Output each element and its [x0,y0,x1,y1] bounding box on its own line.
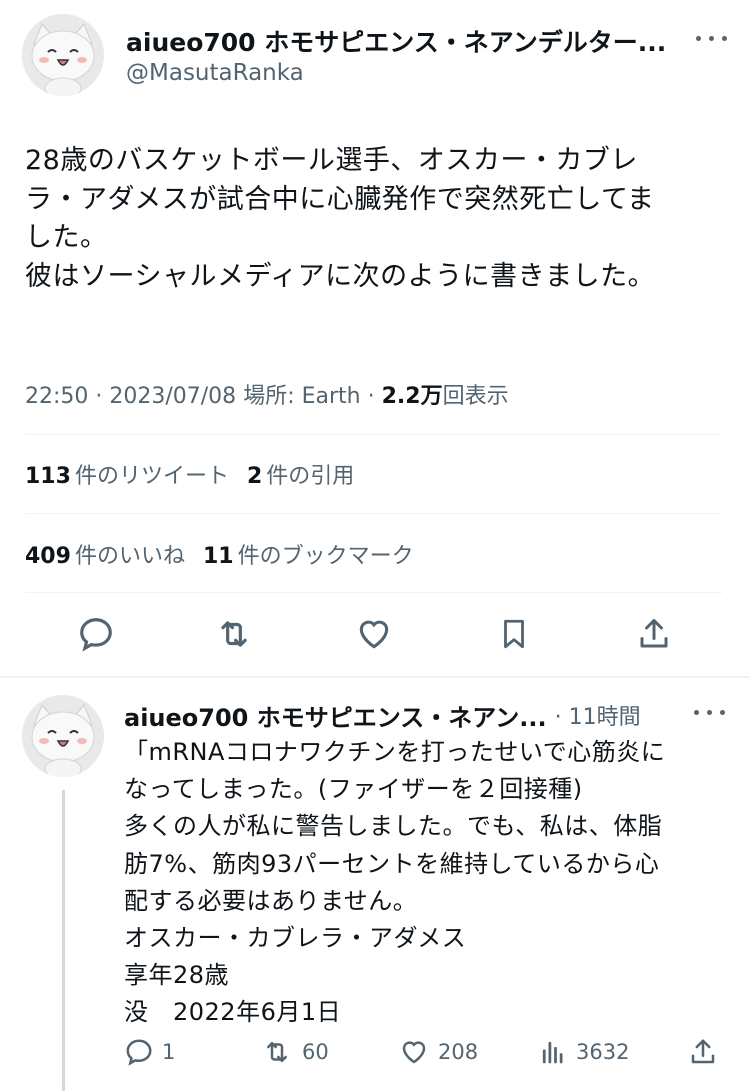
tweet-text-line: 28歳のバスケットボール選手、オスカー・カブレ [25,145,638,176]
like-icon[interactable] [350,612,398,656]
divider [25,434,722,435]
name-row: aiueo700 ホモサピエンス・ネアンデルター... [126,24,726,58]
more-options-icon[interactable] [692,28,732,48]
likes-count: 409 [25,544,71,569]
reply-text-line: なってしまった。(ファイザーを２回接種) [124,775,583,804]
views-label: 回表示 [442,384,509,409]
share-icon[interactable] [630,612,678,656]
likes-stat[interactable]: 409 件のいいね [25,538,185,570]
meta-separator: · [367,384,375,409]
user-handle[interactable]: @MasutaRanka [126,60,304,86]
stats-row-likes: 409 件のいいね 11 件のブックマーク [25,538,414,570]
likes-label: 件のいいね [74,544,185,569]
like-icon [402,1041,426,1064]
retweets-stat[interactable]: 113 件のリツイート [25,458,229,490]
tweet-text: 28歳のバスケットボール選手、オスカー・カブレ ラ・アダメスが試合中に心臓発作で… [25,142,725,297]
quotes-count: 2 [246,464,263,489]
reply-display-name[interactable]: aiueo700 ホモサピエンス・ネアン... [124,698,547,733]
views-count: 3632 [576,1040,630,1064]
reply-avatar[interactable] [22,695,104,777]
section-divider [0,676,750,678]
reply-text-line: 多くの人が私に警告しました。でも、私は、体脂 [124,812,663,841]
reply-icon[interactable] [72,612,120,656]
reply-like-button[interactable]: 208 [398,1034,478,1070]
tweet-text-line: 彼はソーシャルメディアに次のように書きました。 [25,261,656,293]
tweet-meta: 22:50 · 2023/07/08 場所: Earth · 2.2万回表示 [25,378,509,410]
bookmark-icon[interactable] [490,612,538,656]
tweet-header: aiueo700 ホモサピエンス・ネアンデルター... @MasutaRanka [22,14,732,96]
views-icon [542,1041,563,1064]
location: 場所: Earth [243,384,361,409]
share-icon [691,1039,715,1064]
retweet-count: 60 [302,1040,329,1064]
reply-text-line: 享年28歳 [124,961,230,990]
reply-text-line: 没 2022年6月1日 [124,998,342,1027]
reply-text: 「mRNAコロナワクチンを打ったせいで心筋炎に なってしまった。(ファイザーを２… [124,734,724,1032]
like-count: 208 [438,1040,479,1064]
bookmarks-count: 11 [202,544,234,569]
bookmarks-label: 件のブックマーク [237,544,414,569]
reply-action-bar: 1 60 208 3632 [124,1034,724,1070]
reply-name-row: aiueo700 ホモサピエンス・ネアン... · 11時間 [124,698,724,732]
retweets-count: 113 [25,464,71,489]
cat-avatar-icon [22,14,104,96]
thread-line [62,790,65,1091]
stats-row-retweets: 113 件のリツイート 2 件の引用 [25,458,354,490]
quotes-label: 件の引用 [266,464,355,489]
reply-text-line: 「mRNAコロナワクチンを打ったせいで心筋炎に [124,738,666,766]
reply-icon [126,1039,152,1066]
reply-retweet-button[interactable]: 60 [260,1034,329,1070]
reply-reply-button[interactable]: 1 [124,1034,175,1070]
retweets-label: 件のリツイート [74,464,229,489]
retweet-icon [267,1042,287,1062]
reply-text-line: オスカー・カブレラ・アダメス [124,924,467,953]
more-options-icon[interactable] [690,702,730,722]
tweet-text-line: ラ・アダメスが試合中に心臓発作で突然死亡してま [25,183,655,215]
bookmarks-stat[interactable]: 11 件のブックマーク [203,538,414,570]
cat-avatar-icon [22,695,104,777]
tweet-text-line: した。 [25,222,108,254]
timestamp[interactable]: 22:50 · 2023/07/08 [25,384,236,409]
display-name[interactable]: aiueo700 ホモサピエンス・ネアンデルター... [126,23,666,59]
retweet-icon[interactable] [210,612,258,656]
reply-text-line: 配する必要はありません。 [124,886,418,915]
quotes-stat[interactable]: 2 件の引用 [247,458,354,490]
views-count: 2.2万 [381,384,443,409]
avatar[interactable] [22,14,104,96]
reply-views-button[interactable]: 3632 [538,1034,629,1070]
reply-time[interactable]: · 11時間 [555,699,641,731]
reply-share-button[interactable] [688,1034,718,1070]
reply-count: 1 [162,1040,176,1064]
reply-text-line: 肪7%、筋肉93パーセントを維持しているから心 [124,849,660,878]
divider [25,513,722,514]
action-bar [70,612,680,656]
divider [25,592,722,593]
